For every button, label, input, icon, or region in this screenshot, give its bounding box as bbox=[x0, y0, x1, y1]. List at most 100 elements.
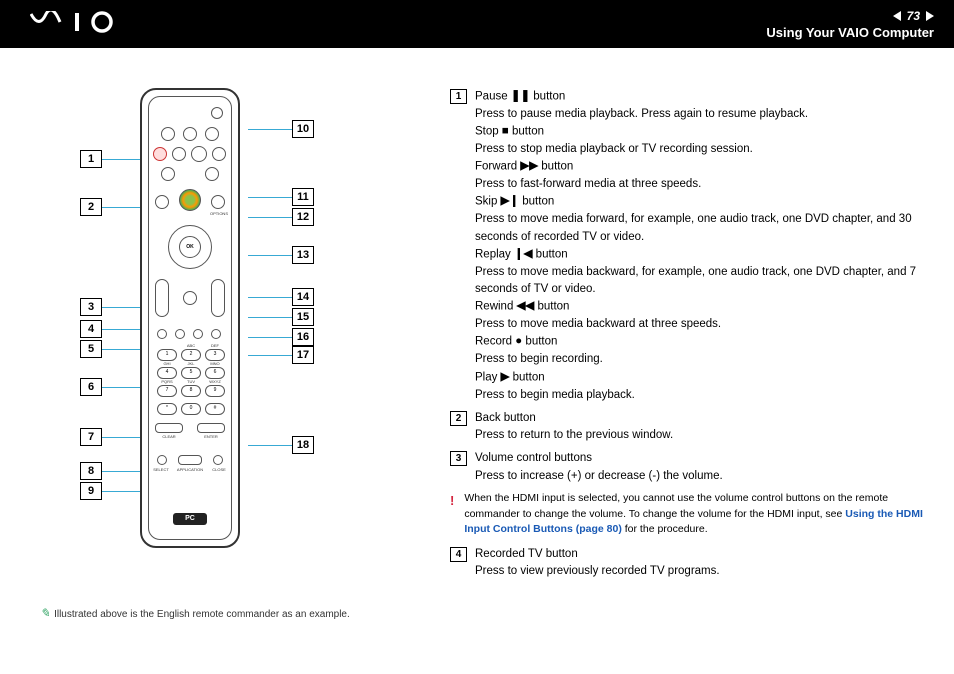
dpad-icon: OK bbox=[168, 225, 212, 269]
keypad-#: # bbox=[205, 403, 225, 415]
desc-item-4: 4 Recorded TV button Press to view previ… bbox=[450, 546, 924, 581]
play-button-icon bbox=[191, 146, 207, 162]
callout-8: 8 bbox=[80, 462, 142, 480]
keypad-2: 2 bbox=[181, 349, 201, 361]
page-header: 73 Using Your VAIO Computer bbox=[0, 0, 954, 48]
back-button-icon bbox=[155, 195, 169, 209]
warning-icon: ! bbox=[450, 491, 454, 538]
application-label: APPLICATION bbox=[173, 467, 207, 472]
desc-num: 1 bbox=[450, 89, 467, 104]
desc-line: Play ▶ button bbox=[475, 369, 924, 387]
color-btn-2-icon bbox=[175, 329, 185, 339]
desc-body: Volume control buttons Press to increase… bbox=[475, 450, 924, 485]
desc-line: Press to move media backward at three sp… bbox=[475, 316, 924, 333]
symbol-icon: ❚❚ bbox=[511, 88, 530, 105]
record-button-icon bbox=[153, 147, 167, 161]
keypad-7: 7 bbox=[157, 385, 177, 397]
desc-line: Press to increase (+) or decrease (-) th… bbox=[475, 468, 924, 485]
remote-body: OPTIONS OK 12ABC3DEF4GHI5JKL6MNO7PQ bbox=[140, 88, 240, 548]
desc4-text: Press to view previously recorded TV pro… bbox=[475, 563, 924, 580]
symbol-icon: ◀◀ bbox=[517, 298, 535, 315]
callout-17: 17 bbox=[248, 346, 314, 364]
desc-num-4: 4 bbox=[450, 547, 467, 562]
mute-button-icon bbox=[183, 291, 197, 305]
warning-text: When the HDMI input is selected, you can… bbox=[464, 491, 924, 538]
desc-line: Press to move media forward, for example… bbox=[475, 211, 924, 246]
callout-15: 15 bbox=[248, 308, 314, 326]
callout-3: 3 bbox=[80, 298, 142, 316]
callout-1: 1 bbox=[80, 150, 142, 168]
next-page-icon[interactable] bbox=[926, 11, 934, 21]
windows-button-icon bbox=[179, 189, 201, 211]
desc-line: Skip ▶❙ button bbox=[475, 193, 924, 211]
content-area: 1 2 3 4 5 6 7 8 9 10 11 12 13 14 15 16 1… bbox=[0, 48, 954, 640]
color-btn-3-icon bbox=[193, 329, 203, 339]
keypad-label: MNO bbox=[205, 361, 225, 366]
desc-line: Press to pause media playback. Press aga… bbox=[475, 106, 924, 123]
desc-line: Volume control buttons bbox=[475, 450, 924, 467]
desc-item: 2 Back button Press to return to the prev… bbox=[450, 410, 924, 445]
header-right: 73 Using Your VAIO Computer bbox=[766, 9, 934, 40]
desc-item: 1 Pause ❚❚ buttonPress to pause media pla… bbox=[450, 88, 924, 404]
desc-line: Stop ■ button bbox=[475, 123, 924, 141]
desc-line: Forward ▶▶ button bbox=[475, 158, 924, 176]
options-button-icon bbox=[211, 195, 225, 209]
clear-button-icon bbox=[155, 423, 183, 433]
callout-14: 14 bbox=[248, 288, 314, 306]
forward-button-icon bbox=[205, 127, 219, 141]
desc-line: Press to move media backward, for exampl… bbox=[475, 264, 924, 299]
select-button-icon bbox=[157, 455, 167, 465]
callout-7: 7 bbox=[80, 428, 142, 446]
select-label: SELECT bbox=[151, 467, 171, 472]
ok-button: OK bbox=[179, 236, 201, 258]
close-label: CLOSE bbox=[209, 467, 229, 472]
desc-line: Press to stop media playback or TV recor… bbox=[475, 141, 924, 158]
pencil-icon: ✎ bbox=[40, 606, 50, 620]
desc-num: 2 bbox=[450, 411, 467, 426]
rewind-button-icon bbox=[172, 147, 186, 161]
note-text: Illustrated above is the English remote … bbox=[54, 609, 350, 620]
desc-line: Press to fast-forward media at three spe… bbox=[475, 176, 924, 193]
symbol-icon: ▶ bbox=[501, 369, 510, 386]
prev-page-icon[interactable] bbox=[893, 11, 901, 21]
callout-12: 12 bbox=[248, 208, 314, 226]
keypad-label: TUV bbox=[181, 379, 201, 384]
desc-line: Replay ❙◀ button bbox=[475, 246, 924, 264]
symbol-icon: ❙◀ bbox=[514, 246, 532, 263]
keypad-label: PQRS bbox=[157, 379, 177, 384]
power-button-icon bbox=[211, 107, 223, 119]
stop-button-icon bbox=[161, 127, 175, 141]
section-title: Using Your VAIO Computer bbox=[766, 25, 934, 40]
keypad-4: 4 bbox=[157, 367, 177, 379]
options-label: OPTIONS bbox=[209, 211, 229, 216]
desc-body: Back button Press to return to the previ… bbox=[475, 410, 924, 445]
callout-6: 6 bbox=[80, 378, 142, 396]
callout-11: 11 bbox=[248, 188, 314, 206]
color-btn-1-icon bbox=[157, 329, 167, 339]
desc-body: Pause ❚❚ buttonPress to pause media play… bbox=[475, 88, 924, 404]
right-column: 1 Pause ❚❚ buttonPress to pause media pla… bbox=[450, 88, 924, 620]
left-column: 1 2 3 4 5 6 7 8 9 10 11 12 13 14 15 16 1… bbox=[40, 88, 420, 620]
warning-block: ! When the HDMI input is selected, you c… bbox=[450, 491, 924, 538]
volume-rocker-icon bbox=[155, 279, 169, 317]
desc4-title: Recorded TV button bbox=[475, 546, 924, 563]
symbol-icon: ▶❙ bbox=[501, 193, 519, 210]
symbol-icon: ■ bbox=[502, 123, 509, 140]
keypad-6: 6 bbox=[205, 367, 225, 379]
desc-line: Record ● button bbox=[475, 333, 924, 351]
callout-13: 13 bbox=[248, 246, 314, 264]
keypad-*: * bbox=[157, 403, 177, 415]
vaio-logo-svg bbox=[30, 11, 120, 33]
symbol-icon: ● bbox=[515, 333, 522, 350]
ff-button-icon bbox=[205, 167, 219, 181]
illustration-note: ✎ Illustrated above is the English remote… bbox=[40, 606, 420, 620]
callout-9: 9 bbox=[80, 482, 142, 500]
close-button-icon bbox=[213, 455, 223, 465]
keypad-label: DEF bbox=[205, 343, 225, 348]
enter-label: ENTER bbox=[197, 434, 225, 439]
symbol-icon: ▶▶ bbox=[520, 158, 538, 175]
desc-line: Press to begin recording. bbox=[475, 351, 924, 368]
callout-18: 18 bbox=[248, 436, 314, 454]
keypad-5: 5 bbox=[181, 367, 201, 379]
keypad-8: 8 bbox=[181, 385, 201, 397]
